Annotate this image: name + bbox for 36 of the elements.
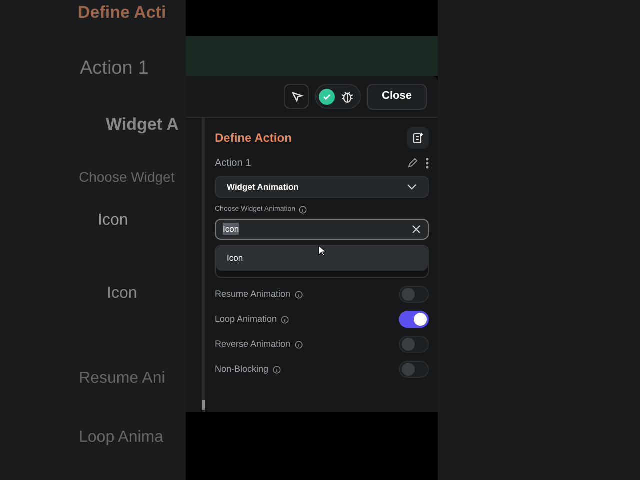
backdrop-text: Choose Widget xyxy=(79,168,175,187)
backdrop-text: Widget A xyxy=(106,114,179,136)
toggle-switch[interactable] xyxy=(399,311,429,328)
info-icon xyxy=(294,290,303,298)
toggle-label: Non-Blocking xyxy=(215,362,269,376)
action-type-dropdown[interactable]: Widget Animation xyxy=(215,176,429,198)
more-icon[interactable] xyxy=(426,158,429,169)
info-icon xyxy=(272,366,281,374)
toggle-switch[interactable] xyxy=(399,286,429,303)
toggle-label: Resume Animation xyxy=(215,288,291,301)
chevron-down-icon xyxy=(407,184,417,190)
backdrop-text: Define Acti xyxy=(78,2,166,24)
info-icon xyxy=(294,340,303,348)
backdrop-text: Icon xyxy=(98,211,128,231)
backdrop-text: Icon xyxy=(107,284,138,304)
panel-title: Define Action xyxy=(215,130,292,147)
scroll-thumb[interactable] xyxy=(202,400,205,410)
toggle-switch[interactable] xyxy=(399,361,429,378)
edit-icon[interactable] xyxy=(407,158,418,169)
backdrop-text: Loop Anima xyxy=(79,428,164,448)
dropdown-option[interactable]: Icon xyxy=(216,246,428,270)
close-button[interactable]: Close xyxy=(367,84,427,110)
bug-icon[interactable] xyxy=(341,90,354,104)
toggle-switch[interactable] xyxy=(399,336,429,353)
info-icon xyxy=(298,206,307,214)
add-note-icon[interactable] xyxy=(407,127,429,149)
action-label: Action 1 xyxy=(215,157,252,171)
backdrop-text: Action 1 xyxy=(80,57,149,81)
status-pill[interactable] xyxy=(315,84,362,109)
toggle-label: Loop Animation xyxy=(215,312,278,326)
clear-icon[interactable] xyxy=(412,224,421,234)
backdrop-text: Resume Ani xyxy=(79,369,166,389)
mouse-cursor-icon xyxy=(318,245,326,257)
toggle-label: Reverse Animation xyxy=(215,338,291,351)
animation-search-field[interactable]: Icon xyxy=(215,218,429,240)
info-icon xyxy=(281,316,290,324)
